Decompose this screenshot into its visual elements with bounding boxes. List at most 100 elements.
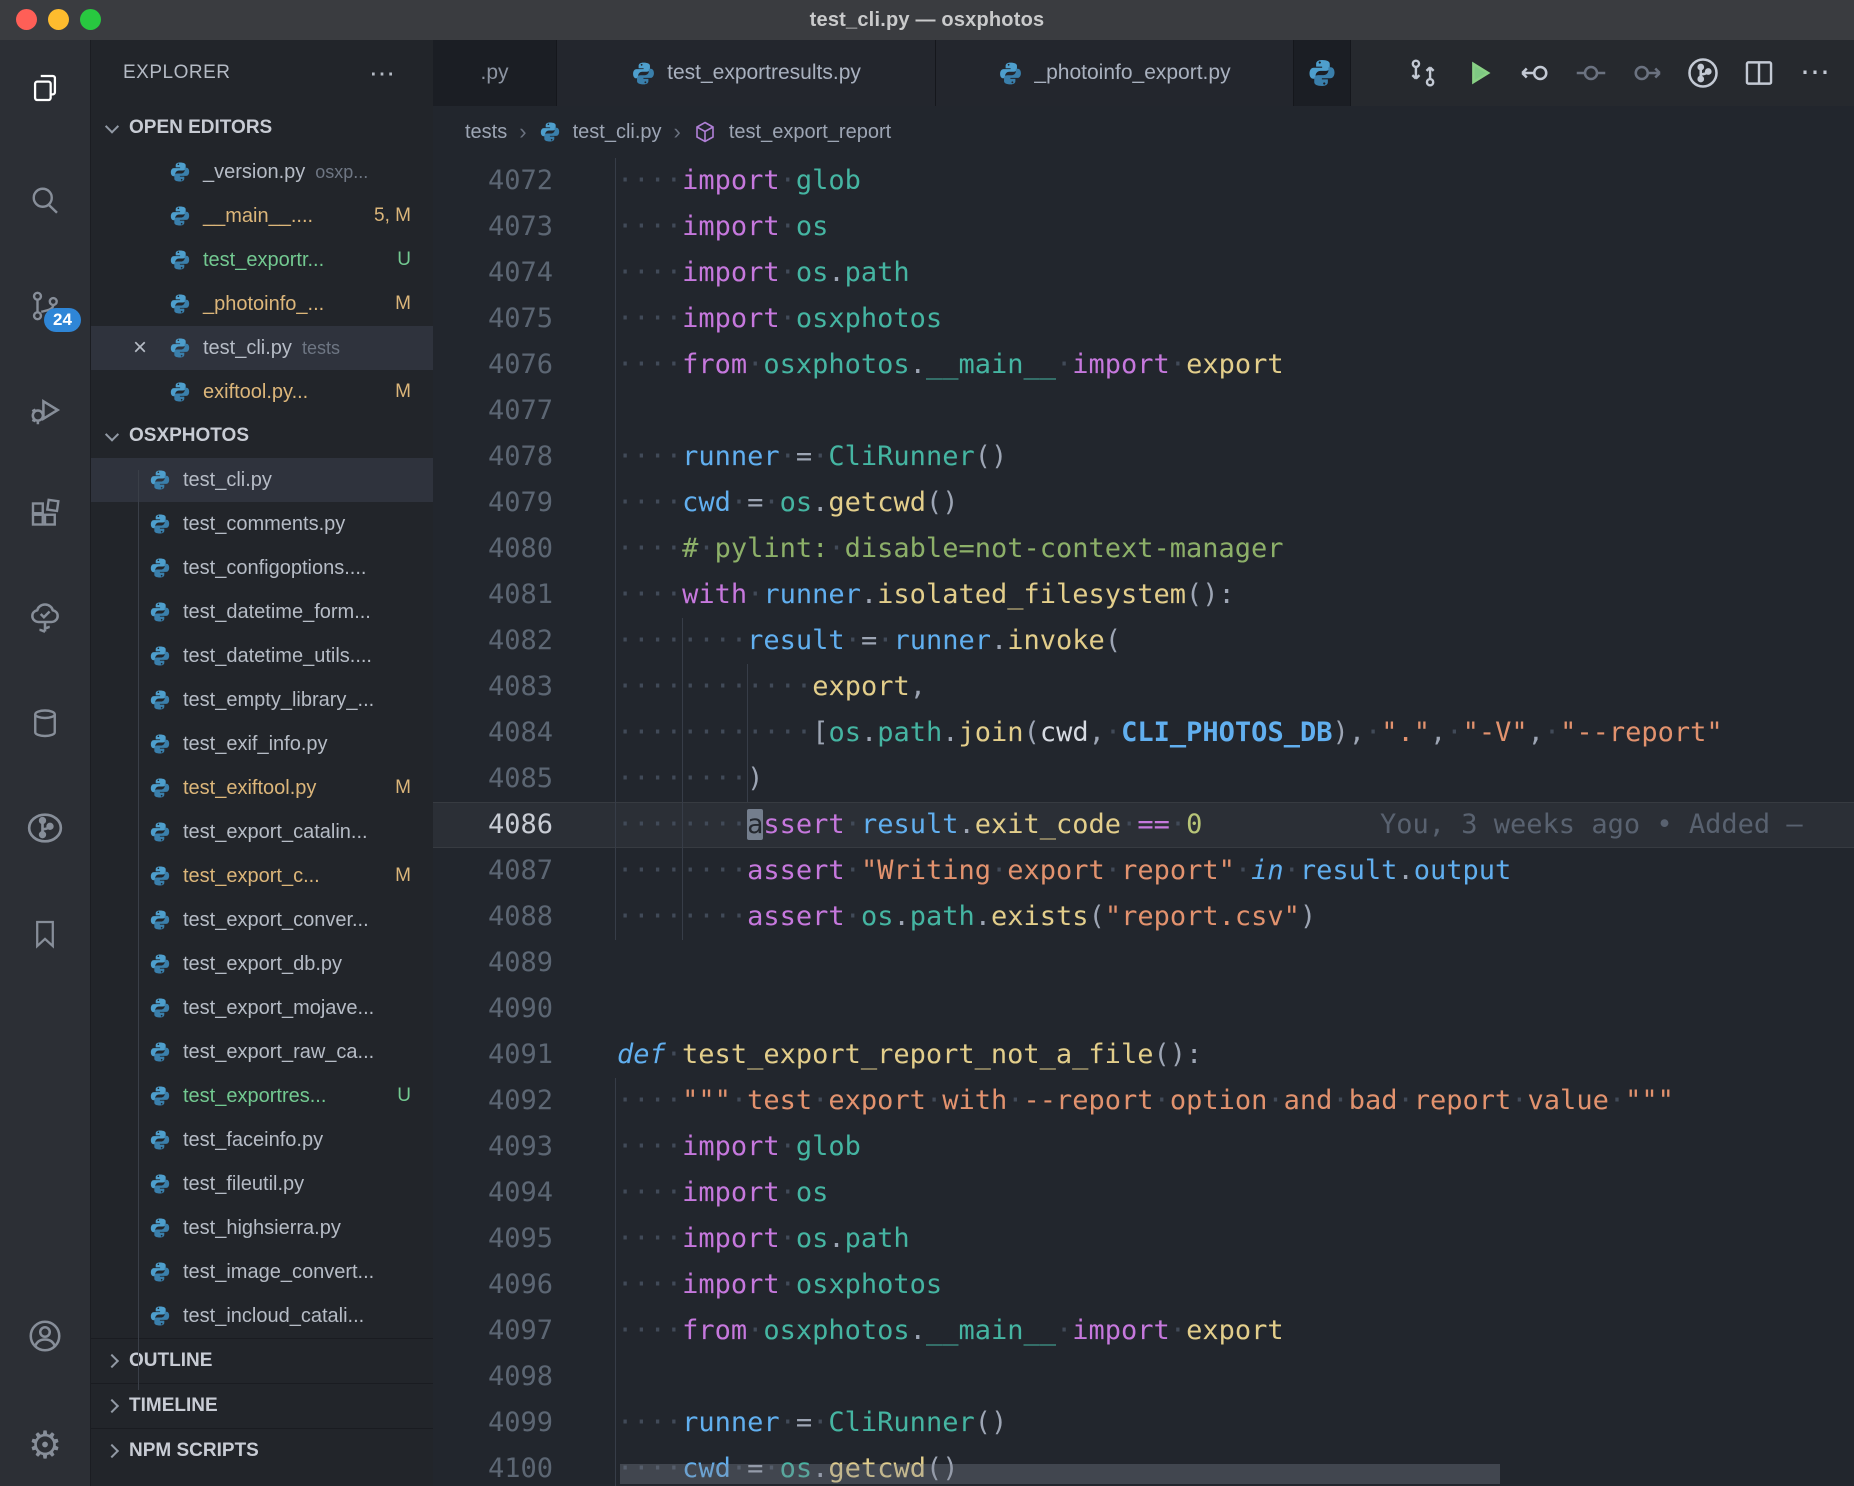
code-line[interactable]: 4082········result·=·runner.invoke( [433, 618, 1854, 664]
open-editor-item[interactable]: test_exportr...U [91, 238, 433, 282]
code-line[interactable]: 4094····import·os [433, 1170, 1854, 1216]
code-line[interactable]: 4080····#·pylint:·disable=not-context-ma… [433, 526, 1854, 572]
code-line[interactable]: 4076····from·osxphotos.__main__·import·e… [433, 342, 1854, 388]
line-number: 4094 [433, 1170, 553, 1216]
code-line[interactable]: 4093····import·glob [433, 1124, 1854, 1170]
git-status-badge: 5, M [374, 205, 411, 227]
tree-file-item[interactable]: test_export_raw_ca... [91, 1030, 433, 1074]
code-line[interactable]: 4087········assert·"Writing·export·repor… [433, 848, 1854, 894]
search-icon[interactable] [0, 162, 90, 238]
tree-file-item[interactable]: test_export_c...M [91, 854, 433, 898]
minimize-window-button[interactable] [48, 9, 69, 30]
open-editor-item[interactable]: _photoinfo_...M [91, 282, 433, 326]
code-line[interactable]: 4090 [433, 986, 1854, 1032]
tab-partial[interactable]: .py [433, 40, 557, 106]
code-line[interactable]: 4088········assert·os.path.exists("repor… [433, 894, 1854, 940]
code-line[interactable]: 4089 [433, 940, 1854, 986]
tree-file-item[interactable]: test_exif_info.py [91, 722, 433, 766]
todo-tree-icon[interactable] [0, 580, 90, 656]
tree-file-item[interactable]: test_configoptions.... [91, 546, 433, 590]
code-line[interactable]: 4098 [433, 1354, 1854, 1400]
tree-file-item[interactable]: test_highsierra.py [91, 1206, 433, 1250]
sidebar-more-actions-icon[interactable]: ⋯ [369, 58, 395, 89]
tree-file-item[interactable]: test_export_catalin... [91, 810, 433, 854]
split-editor-icon[interactable] [1738, 52, 1780, 94]
run-debug-icon[interactable] [0, 372, 90, 448]
code-line[interactable]: 4072····import·glob [433, 158, 1854, 204]
extensions-icon[interactable] [0, 476, 90, 552]
bookmarks-icon[interactable] [0, 896, 90, 972]
code-line[interactable]: 4081····with·runner.isolated_filesystem(… [433, 572, 1854, 618]
tab-photoinfo-export[interactable]: _photoinfo_export.py [936, 40, 1294, 106]
code-line[interactable]: 4091def·test_export_report_not_a_file(): [433, 1032, 1854, 1078]
code-line[interactable]: 4095····import·os.path [433, 1216, 1854, 1262]
code-line[interactable]: 4099····runner·=·CliRunner() [433, 1400, 1854, 1446]
compare-changes-icon[interactable] [1402, 52, 1444, 94]
code-line[interactable]: 4084············[os.path.join(cwd,·CLI_P… [433, 710, 1854, 756]
open-editor-item[interactable]: ×test_cli.pytests [91, 326, 433, 370]
sidebar-section-timeline[interactable]: TIMELINE [91, 1383, 433, 1428]
tree-file-item[interactable]: test_export_mojave... [91, 986, 433, 1030]
sidebar-section-outline[interactable]: OUTLINE [91, 1338, 433, 1383]
code-line[interactable]: 4077 [433, 388, 1854, 434]
breadcrumb-separator: › [519, 119, 526, 145]
tree-file-item[interactable]: test_cli.py [91, 458, 433, 502]
account-icon[interactable] [0, 1298, 90, 1374]
more-actions-icon[interactable]: ⋯ [1794, 52, 1836, 94]
line-number: 4087 [433, 848, 553, 894]
source-control-icon[interactable]: 24 [0, 268, 90, 344]
breadcrumb-folder[interactable]: tests [465, 121, 507, 144]
code-line[interactable]: 4078····runner·=·CliRunner() [433, 434, 1854, 480]
maximize-window-button[interactable] [80, 9, 101, 30]
breadcrumb-symbol[interactable]: test_export_report [729, 121, 891, 144]
open-editor-item[interactable]: _version.pyosxp... [91, 150, 433, 194]
line-number: 4079 [433, 480, 553, 526]
tree-file-item[interactable]: test_incloud_catali... [91, 1294, 433, 1338]
sidebar-section-npm-scripts[interactable]: NPM SCRIPTS [91, 1428, 433, 1473]
tab-test-exportresults[interactable]: test_exportresults.py [557, 40, 936, 106]
database-icon[interactable] [0, 686, 90, 762]
tree-file-item[interactable]: test_exportres...U [91, 1074, 433, 1118]
tree-file-item[interactable]: test_fileutil.py [91, 1162, 433, 1206]
gitlens-commit-graph-icon[interactable] [1682, 52, 1724, 94]
tree-file-item[interactable]: test_faceinfo.py [91, 1118, 433, 1162]
code-line[interactable]: 4074····import·os.path [433, 250, 1854, 296]
previous-change-icon[interactable] [1514, 52, 1556, 94]
open-editors-section-header[interactable]: OPEN EDITORS [91, 106, 433, 150]
code-line[interactable]: 4085········) [433, 756, 1854, 802]
project-section-header[interactable]: OSXPHOTOS [91, 414, 433, 458]
close-icon[interactable]: × [133, 334, 147, 362]
gitlens-graph-icon[interactable] [0, 790, 90, 866]
next-change-icon[interactable] [1626, 52, 1668, 94]
open-editor-item[interactable]: exiftool.py...M [91, 370, 433, 414]
settings-gear-icon[interactable]: ⚙ [0, 1408, 90, 1484]
tree-file-item[interactable]: test_empty_library_... [91, 678, 433, 722]
code-line[interactable]: 4075····import·osxphotos [433, 296, 1854, 342]
python-file-icon [149, 469, 171, 491]
code-line[interactable]: 4083············export, [433, 664, 1854, 710]
code-line[interactable]: 4097····from·osxphotos.__main__·import·e… [433, 1308, 1854, 1354]
code-line[interactable]: 4086········assert·result.exit_code·==·0… [433, 802, 1854, 848]
tree-file-item[interactable]: test_comments.py [91, 502, 433, 546]
breadcrumb-file[interactable]: test_cli.py [573, 121, 662, 144]
run-tests-icon[interactable] [1458, 52, 1500, 94]
close-window-button[interactable] [16, 9, 37, 30]
code-editor[interactable]: 4072····import·glob4073····import·os4074… [433, 158, 1854, 1486]
current-change-icon[interactable] [1570, 52, 1612, 94]
explorer-icon[interactable] [0, 50, 90, 126]
tree-file-item[interactable]: test_export_conver... [91, 898, 433, 942]
code-line[interactable]: 4073····import·os [433, 204, 1854, 250]
tree-file-item[interactable]: test_datetime_form... [91, 590, 433, 634]
code-line[interactable]: 4092····"""·test·export·with·--report·op… [433, 1078, 1854, 1124]
python-file-icon [149, 1041, 171, 1063]
tab-active-icon-only[interactable] [1294, 40, 1351, 106]
open-editor-item[interactable]: __main__....5, M [91, 194, 433, 238]
tree-file-item[interactable]: test_image_convert... [91, 1250, 433, 1294]
tree-file-item[interactable]: test_export_db.py [91, 942, 433, 986]
horizontal-scrollbar[interactable] [620, 1464, 1500, 1484]
tree-file-item[interactable]: test_datetime_utils.... [91, 634, 433, 678]
tree-file-item[interactable]: test_exiftool.pyM [91, 766, 433, 810]
python-file-icon [149, 1129, 171, 1151]
code-line[interactable]: 4079····cwd·=·os.getcwd() [433, 480, 1854, 526]
code-line[interactable]: 4096····import·osxphotos [433, 1262, 1854, 1308]
